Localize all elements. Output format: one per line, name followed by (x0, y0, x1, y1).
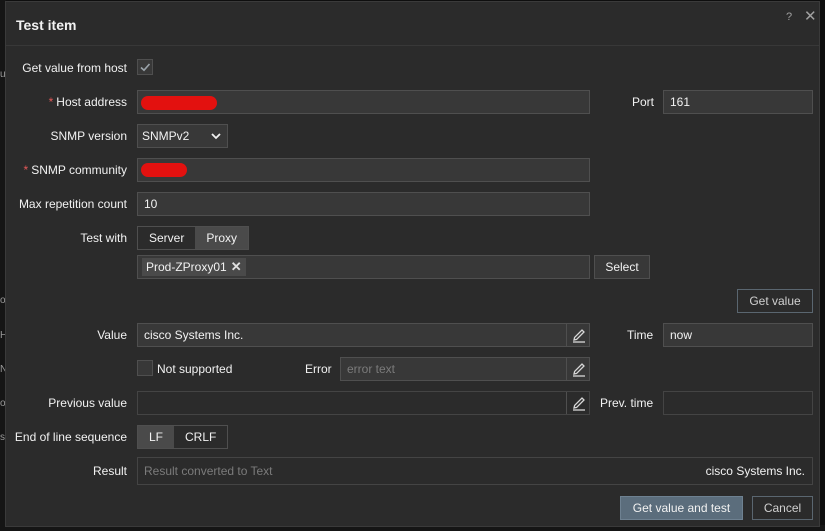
host-address-label: * Host address (49, 95, 127, 109)
test-with-proxy-option[interactable]: Proxy (195, 227, 249, 249)
value-text: cisco Systems Inc. (144, 328, 244, 342)
proxy-chip: Prod-ZProxy01 ✕ (142, 258, 246, 276)
host-address-label-text: Host address (56, 95, 127, 109)
result-placeholder: Result converted to Text (144, 464, 273, 478)
chevron-down-icon (211, 133, 221, 140)
prev-time-input[interactable] (663, 391, 813, 415)
result-value: cisco Systems Inc. (705, 464, 805, 478)
error-label: Error (305, 362, 332, 376)
help-icon[interactable]: ? (786, 9, 792, 25)
end-of-line-toggle: LF CRLF (137, 425, 229, 449)
cancel-button[interactable]: Cancel (752, 496, 813, 520)
test-with-label: Test with (80, 231, 127, 245)
get-value-button[interactable]: Get value (737, 289, 813, 313)
snmp-version-label: SNMP version (50, 129, 127, 143)
value-input[interactable]: cisco Systems Inc. (137, 323, 590, 347)
value-label: Value (97, 328, 127, 342)
port-label: Port (632, 95, 655, 109)
dialog-header: Test item ? ✕ (6, 2, 819, 46)
pencil-icon (573, 329, 585, 343)
get-value-from-host-label: Get value from host (22, 61, 127, 75)
result-label: Result (92, 464, 127, 478)
error-placeholder: error text (347, 362, 396, 376)
proxy-multiselect[interactable]: Prod-ZProxy01 ✕ (137, 255, 590, 279)
eol-crlf-option[interactable]: CRLF (174, 426, 228, 448)
previous-value-label: Previous value (48, 396, 127, 410)
required-mark: * (23, 163, 29, 177)
pencil-icon (573, 397, 585, 411)
host-address-input[interactable] (137, 90, 590, 114)
snmp-community-label: * SNMP community (24, 163, 127, 177)
prev-time-label: Prev. time (600, 396, 654, 410)
checkmark-icon (140, 63, 151, 72)
snmp-version-select[interactable]: SNMPv2 (137, 124, 228, 148)
edit-previous-value-button[interactable] (566, 392, 589, 414)
get-value-from-host-checkbox[interactable] (137, 59, 153, 75)
time-label: Time (627, 328, 654, 342)
redaction-mark (141, 96, 217, 110)
pencil-icon (573, 363, 585, 377)
end-of-line-label: End of line sequence (14, 430, 127, 444)
remove-icon[interactable]: ✕ (231, 258, 242, 276)
max-repetition-count-input[interactable]: 10 (137, 192, 590, 216)
select-proxy-button[interactable]: Select (594, 255, 650, 279)
time-input[interactable]: now (663, 323, 813, 347)
close-icon[interactable]: ✕ (804, 9, 817, 25)
snmp-community-input[interactable] (137, 158, 590, 182)
required-mark: * (48, 95, 54, 109)
snmp-version-value: SNMPv2 (142, 129, 190, 143)
snmp-community-label-text: SNMP community (31, 163, 127, 177)
max-repetition-count-label: Max repetition count (18, 197, 127, 211)
test-item-dialog: Test item ? ✕ Get value from host * Host … (5, 1, 820, 527)
not-supported-checkbox[interactable] (137, 360, 153, 376)
error-input[interactable]: error text (340, 357, 590, 381)
test-with-toggle: Server Proxy (137, 226, 250, 250)
edit-value-button[interactable] (566, 324, 589, 346)
not-supported-label: Not supported (157, 362, 233, 376)
test-with-server-option[interactable]: Server (138, 227, 196, 249)
edit-error-button[interactable] (566, 358, 589, 380)
eol-lf-option[interactable]: LF (138, 426, 175, 448)
result-field: Result converted to Text cisco Systems I… (137, 457, 813, 485)
previous-value-input[interactable] (137, 391, 590, 415)
proxy-chip-label: Prod-ZProxy01 (146, 260, 227, 274)
port-input[interactable]: 161 (663, 90, 813, 114)
dialog-title: Test item (16, 17, 77, 33)
get-value-and-test-button[interactable]: Get value and test (620, 496, 743, 520)
redaction-mark (141, 163, 187, 177)
